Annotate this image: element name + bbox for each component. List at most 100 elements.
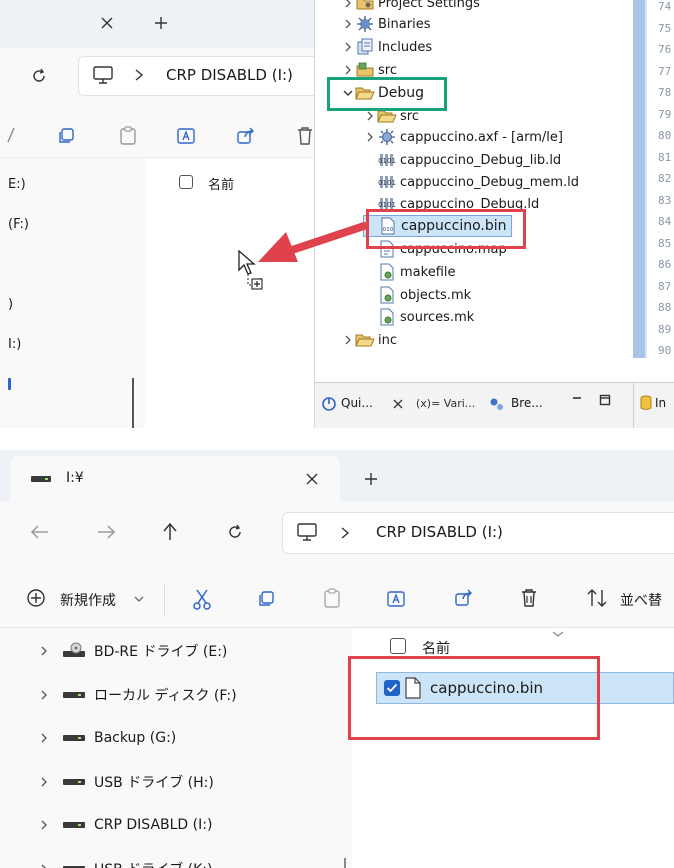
- debug-folder-highlight: [327, 77, 447, 111]
- chevron-right-icon[interactable]: [363, 132, 377, 142]
- nav-item-drive[interactable]: USB ドライブ (K:): [40, 854, 212, 868]
- nav-item-drive[interactable]: Backup (G:): [40, 723, 176, 753]
- forward-icon[interactable]: [96, 524, 116, 540]
- delete-icon[interactable]: [520, 588, 538, 608]
- select-all-checkbox[interactable]: [390, 638, 406, 654]
- tree-item-sources-mk[interactable]: sources.mk: [363, 306, 474, 328]
- splitter-handle[interactable]: [132, 378, 134, 428]
- nav-item-drive[interactable]: USB ドライブ (H:): [40, 767, 214, 797]
- make-file-icon: [377, 286, 397, 304]
- tab-variables[interactable]: (x)= Vari...: [416, 397, 475, 410]
- back-icon[interactable]: [30, 524, 50, 540]
- close-tab-icon[interactable]: [305, 472, 319, 486]
- minimize-view-icon[interactable]: [571, 392, 583, 404]
- editor-ruler: [633, 0, 645, 358]
- line-number: 82: [658, 172, 672, 185]
- database-icon: [640, 395, 652, 411]
- address-path: CRP DISABLD (I:): [166, 66, 293, 84]
- new-button[interactable]: 新規作成: [60, 590, 116, 610]
- nav-item-g[interactable]: ): [8, 297, 13, 312]
- tree-item-label: sources.mk: [400, 309, 475, 325]
- quickstart-icon: [321, 396, 337, 412]
- navigation-pane: [0, 158, 145, 428]
- refresh-icon[interactable]: [30, 67, 48, 85]
- tab-title: I:¥: [66, 470, 84, 486]
- new-tab-icon[interactable]: [364, 472, 378, 486]
- nav-item-i[interactable]: I:): [8, 337, 21, 352]
- chevron-right-icon[interactable]: [40, 863, 62, 868]
- nav-item-e[interactable]: E:): [8, 177, 26, 192]
- column-header-name[interactable]: 名前: [208, 174, 234, 193]
- rename-icon[interactable]: [386, 588, 408, 610]
- chevron-right-icon[interactable]: [40, 689, 62, 701]
- sort-button[interactable]: 並べ替: [620, 590, 662, 610]
- tree-item-mem-ld[interactable]: 0101 cappuccino_Debug_mem.ld: [363, 171, 579, 193]
- paste-icon[interactable]: [322, 588, 342, 610]
- nav-item-drive[interactable]: CRP DISABLD (I:): [40, 810, 212, 840]
- new-icon[interactable]: [26, 588, 46, 608]
- tree-item-includes[interactable]: Includes: [341, 36, 432, 58]
- tree-item-inc[interactable]: inc: [341, 329, 397, 351]
- line-number: 90: [658, 344, 672, 357]
- delete-icon[interactable]: [296, 126, 314, 146]
- tree-item-objects-mk[interactable]: objects.mk: [363, 284, 471, 306]
- copy-icon[interactable]: [256, 589, 276, 609]
- tree-item-label: Binaries: [378, 16, 431, 32]
- chevron-right-icon[interactable]: [341, 19, 355, 29]
- drive-icon: [62, 732, 88, 744]
- nav-item-f[interactable]: (F:): [8, 217, 29, 232]
- rename-icon[interactable]: [176, 126, 198, 146]
- settings-folder-icon: [355, 0, 375, 12]
- chevron-right-icon[interactable]: [363, 111, 377, 121]
- tab-breakpoints[interactable]: Bre...: [511, 396, 543, 410]
- chevron-right-icon[interactable]: [341, 335, 355, 345]
- tree-item-binaries[interactable]: Binaries: [341, 13, 430, 35]
- computer-icon: [92, 65, 114, 85]
- select-all-checkbox[interactable]: [179, 175, 193, 189]
- share-icon[interactable]: [236, 126, 256, 146]
- paste-icon[interactable]: [118, 126, 138, 146]
- column-header-name[interactable]: 名前: [422, 638, 450, 658]
- nav-item-drive[interactable]: BD-RE ドライブ (E:): [40, 636, 227, 666]
- nav-item-drive[interactable]: ローカル ディスク (F:): [40, 680, 237, 710]
- nav-item-label: Backup (G:): [94, 730, 177, 746]
- chevron-down-icon[interactable]: [134, 595, 144, 603]
- file-content-area: [145, 158, 314, 428]
- chevron-right-icon[interactable]: [341, 65, 355, 75]
- refresh-icon[interactable]: [226, 523, 244, 541]
- chevron-right-icon[interactable]: [40, 819, 62, 831]
- close-tab-icon[interactable]: [100, 16, 114, 30]
- close-view-icon[interactable]: [392, 398, 404, 410]
- new-tab-icon[interactable]: [154, 16, 168, 30]
- toolbar-divider: [164, 584, 165, 616]
- tab-drive-i[interactable]: [10, 456, 340, 502]
- tab-quickstart[interactable]: Qui...: [341, 396, 373, 410]
- tree-item-lib-ld[interactable]: 0101 cappuccino_Debug_lib.ld: [363, 149, 561, 171]
- nav-fragment-blue-mark: [8, 378, 11, 390]
- line-number: 83: [658, 193, 672, 207]
- chevron-right-icon[interactable]: [341, 0, 355, 8]
- up-icon[interactable]: [162, 522, 178, 542]
- share-icon[interactable]: [454, 588, 474, 608]
- cut-icon[interactable]: [192, 588, 212, 610]
- chevron-right-icon[interactable]: [40, 732, 62, 744]
- chevron-right-icon[interactable]: [40, 776, 62, 788]
- tree-item-label: Includes: [378, 39, 433, 55]
- sort-icon[interactable]: [586, 588, 608, 608]
- chevron-right-icon[interactable]: [40, 645, 62, 657]
- tab-right[interactable]: In: [655, 396, 666, 410]
- make-file-icon: [377, 308, 397, 326]
- cut-icon[interactable]: [4, 126, 16, 146]
- copy-icon[interactable]: [56, 126, 76, 146]
- svg-text:0101: 0101: [378, 179, 396, 187]
- tree-item-project-settings[interactable]: Project Settings: [341, 0, 480, 14]
- top-file-explorer: CRP DISABLD (I:) E:) (F:) ) I:) 名前: [0, 0, 314, 428]
- address-path: CRP DISABLD (I:): [376, 523, 503, 541]
- maximize-view-icon[interactable]: [599, 394, 611, 406]
- linker-script-icon: 0101: [377, 151, 397, 169]
- tree-item-axf[interactable]: cappuccino.axf - [arm/le]: [363, 126, 563, 148]
- pane-splitter[interactable]: [344, 858, 346, 868]
- tree-item-label: cappuccino_Debug_lib.ld: [400, 152, 562, 168]
- tree-item-makefile[interactable]: makefile: [363, 261, 456, 283]
- chevron-right-icon[interactable]: [341, 42, 355, 52]
